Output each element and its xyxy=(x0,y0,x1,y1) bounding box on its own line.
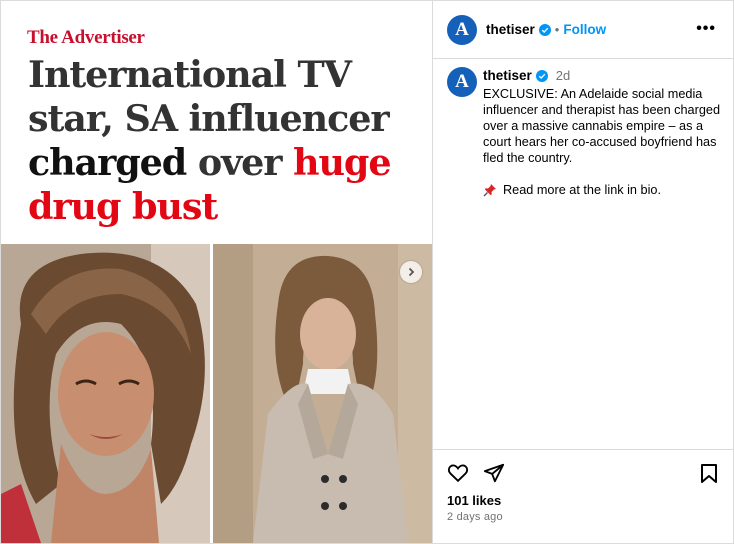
follow-button[interactable]: Follow xyxy=(563,22,606,37)
headline-part-1: International TV star, SA influencer xyxy=(28,53,390,140)
read-more-line: Read more at the link in bio. xyxy=(483,182,661,198)
separator-dot: • xyxy=(554,22,560,37)
caption-username-link[interactable]: thetiser xyxy=(483,68,532,83)
avatar[interactable]: A xyxy=(447,15,477,45)
photo-woman-left xyxy=(1,244,210,543)
pushpin-icon xyxy=(483,184,496,197)
read-more-text: Read more at the link in bio. xyxy=(503,183,661,197)
chevron-right-icon xyxy=(408,267,415,277)
caption-avatar[interactable]: A xyxy=(447,67,477,97)
more-options-icon[interactable]: ••• xyxy=(696,20,716,38)
bookmark-icon[interactable] xyxy=(700,463,718,484)
heart-icon[interactable] xyxy=(447,462,469,484)
post-header: A thetiser • Follow ••• xyxy=(433,0,734,59)
share-icon[interactable] xyxy=(483,462,505,484)
headline: International TV star, SA influencer cha… xyxy=(28,53,423,229)
post-image[interactable]: The Advertiser International TV star, SA… xyxy=(1,1,432,543)
headline-part-3: over xyxy=(197,141,283,184)
caption-timestamp[interactable]: 2d xyxy=(556,68,570,83)
header-user-row: thetiser • Follow xyxy=(486,22,606,37)
caption-user-row: thetiser 2d xyxy=(483,68,570,83)
panel-divider xyxy=(432,0,433,544)
username-link[interactable]: thetiser xyxy=(486,22,535,37)
actions-divider xyxy=(433,449,734,450)
likes-count[interactable]: 101 likes xyxy=(447,493,501,508)
masthead-logo: The Advertiser xyxy=(27,27,145,48)
posted-date[interactable]: 2 days ago xyxy=(447,511,503,523)
headline-part-2: charged xyxy=(28,141,187,184)
verified-badge-icon xyxy=(538,23,551,36)
carousel-next-button[interactable] xyxy=(400,261,422,283)
caption-text: EXCLUSIVE: An Adelaide social media infl… xyxy=(483,87,720,165)
photo-woman-right xyxy=(213,244,432,543)
verified-badge-icon xyxy=(535,69,548,82)
